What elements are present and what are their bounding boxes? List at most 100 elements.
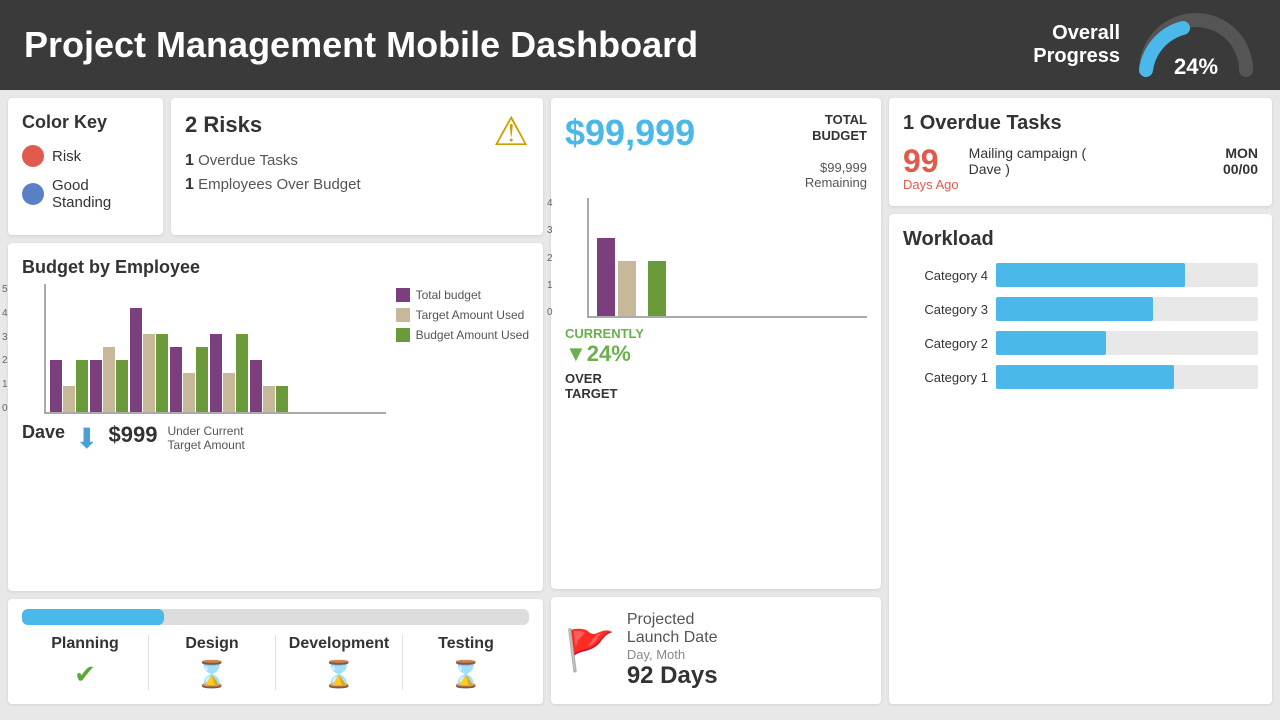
bar-group-2 [90,347,128,412]
gauge-percent: 24% [1136,54,1256,80]
right-column: 1 Overdue Tasks 99 Days Ago Mailing camp… [889,98,1272,704]
stage-planning-label: Planning [22,635,148,653]
cat4-label: Category 4 [903,268,988,283]
workload-bars: Category 4 Category 3 Category 2 [903,263,1258,389]
budget-by-employee-title: Budget by Employee [22,257,529,278]
bar-purple-5 [210,334,222,412]
mini-y-labels: 01234 [547,198,553,318]
budget-legend: Total budget Target Amount Used Budget A… [396,284,529,455]
color-key-card: Color Key Risk GoodStanding [8,98,163,235]
hourglass-icon-testing: ⌛ [403,659,529,690]
over-target-label: OVERTARGET [565,371,867,401]
legend-target-used: Target Amount Used [396,308,529,322]
hourglass-icon-dev: ⌛ [276,659,402,690]
stage-development: Development ⌛ [276,635,403,690]
budget-chart-area: 012345 [22,284,386,455]
stage-testing-label: Testing [403,635,529,653]
stage-development-label: Development [276,635,402,653]
days-ago-label: Days Ago [903,177,959,192]
budget-content: 012345 [22,284,529,455]
cat3-label: Category 3 [903,302,988,317]
color-key-title: Color Key [22,112,149,133]
days-ago-block: 99 Days Ago [903,145,959,192]
launch-subtitle: Day, Moth [627,647,718,662]
bar-group-4 [170,347,208,412]
bar-purple-6 [250,360,262,412]
key-item-good: GoodStanding [22,177,149,211]
bar-purple-4 [170,347,182,412]
gauge: 24% [1136,10,1256,80]
cat4-bar-fill [996,263,1185,287]
mini-bar-chart [587,198,867,318]
launch-title: ProjectedLaunch Date [627,611,718,647]
cat3-bar-bg [996,297,1258,321]
budget-big-number: $99,999 [565,112,695,154]
launch-info: ProjectedLaunch Date Day, Moth 92 Days [627,611,718,690]
cat2-bar-fill [996,331,1106,355]
bar-purple-3 [130,308,142,412]
flag-icon: 🚩 [565,627,615,674]
launch-days: 92 Days [627,662,718,690]
risks-item-overdue: 1 Overdue Tasks [185,152,529,170]
budget-overview-card: $99,999 TOTALBUDGET $99,999Remaining 012… [551,98,881,589]
good-standing-dot [22,183,44,205]
progress-stages-row: Planning ✔ Design ⌛ Development ⌛ Testin… [22,635,529,690]
overdue-task-row: 99 Days Ago Mailing campaign (Dave ) MON… [903,145,1258,192]
risks-item-budget: 1 Employees Over Budget [185,176,529,194]
page-title: Project Management Mobile Dashboard [24,24,698,66]
launch-content: 🚩 ProjectedLaunch Date Day, Moth 92 Days [565,611,867,690]
days-ago-number: 99 [903,145,959,177]
bar-tan-6 [263,386,275,412]
bar-tan-3 [143,334,155,412]
task-date-line2: 00/00 [1223,161,1258,177]
bar-tan-5 [223,373,235,412]
bar-group-5 [210,334,248,412]
warning-icon: ⚠ [493,112,529,152]
mini-bar-purple [597,238,615,316]
legend-target-label: Target Amount Used [416,308,525,322]
mini-bar-tan [618,261,636,316]
budget-by-employee-card: Budget by Employee 012345 [8,243,543,591]
task-date: MON 00/00 [1223,145,1258,177]
cat3-bar-fill [996,297,1153,321]
bar-green-6 [276,386,288,412]
risk-label: Risk [52,148,81,165]
progress-bar-fill [22,609,164,625]
bar-tan-1 [63,386,75,412]
risks-card: 2 Risks ⚠ 1 Overdue Tasks 1 Employees Ov… [171,98,543,235]
dave-arrow-icon: ⬇ [75,422,98,455]
dave-amount-label: $999 [109,422,158,448]
middle-column: $99,999 TOTALBUDGET $99,999Remaining 012… [551,98,881,704]
launch-date-card: 🚩 ProjectedLaunch Date Day, Moth 92 Days [551,597,881,704]
task-name: Mailing campaign (Dave ) [969,145,1213,177]
stage-design: Design ⌛ [149,635,276,690]
overall-progress: OverallProgress 24% [1033,10,1256,80]
stage-design-label: Design [149,635,275,653]
legend-total-budget: Total budget [396,288,529,302]
check-icon: ✔ [22,659,148,690]
cat1-bar-bg [996,365,1258,389]
budget-bar-chart [44,284,386,414]
main-content: Color Key Risk GoodStanding 2 Risks [0,90,1280,720]
workload-row-cat1: Category 1 [903,365,1258,389]
bar-group-3 [130,308,168,412]
cat4-bar-bg [996,263,1258,287]
overdue-count: 1 [185,152,194,169]
workload-row-cat3: Category 3 [903,297,1258,321]
legend-tan-box [396,308,410,322]
hourglass-icon-design: ⌛ [149,659,275,690]
currently-label: CURRENTLY [565,326,867,341]
stage-planning: Planning ✔ [22,635,149,690]
currently-pct: ▼24% [565,341,867,367]
budget-total-label: TOTALBUDGET [812,112,867,143]
overdue-title: 1 Overdue Tasks [903,112,1258,135]
key-item-risk: Risk [22,145,149,167]
overdue-label: Overdue Tasks [920,112,1062,134]
dave-name-label: Dave [22,422,65,443]
dave-section: Dave ⬇ $999 Under CurrentTarget Amount [22,422,386,455]
risks-title: 2 Risks [185,112,262,138]
left-column: Color Key Risk GoodStanding 2 Risks [8,98,543,704]
bar-green-1 [76,360,88,412]
bar-tan-4 [183,373,195,412]
bar-green-2 [116,360,128,412]
